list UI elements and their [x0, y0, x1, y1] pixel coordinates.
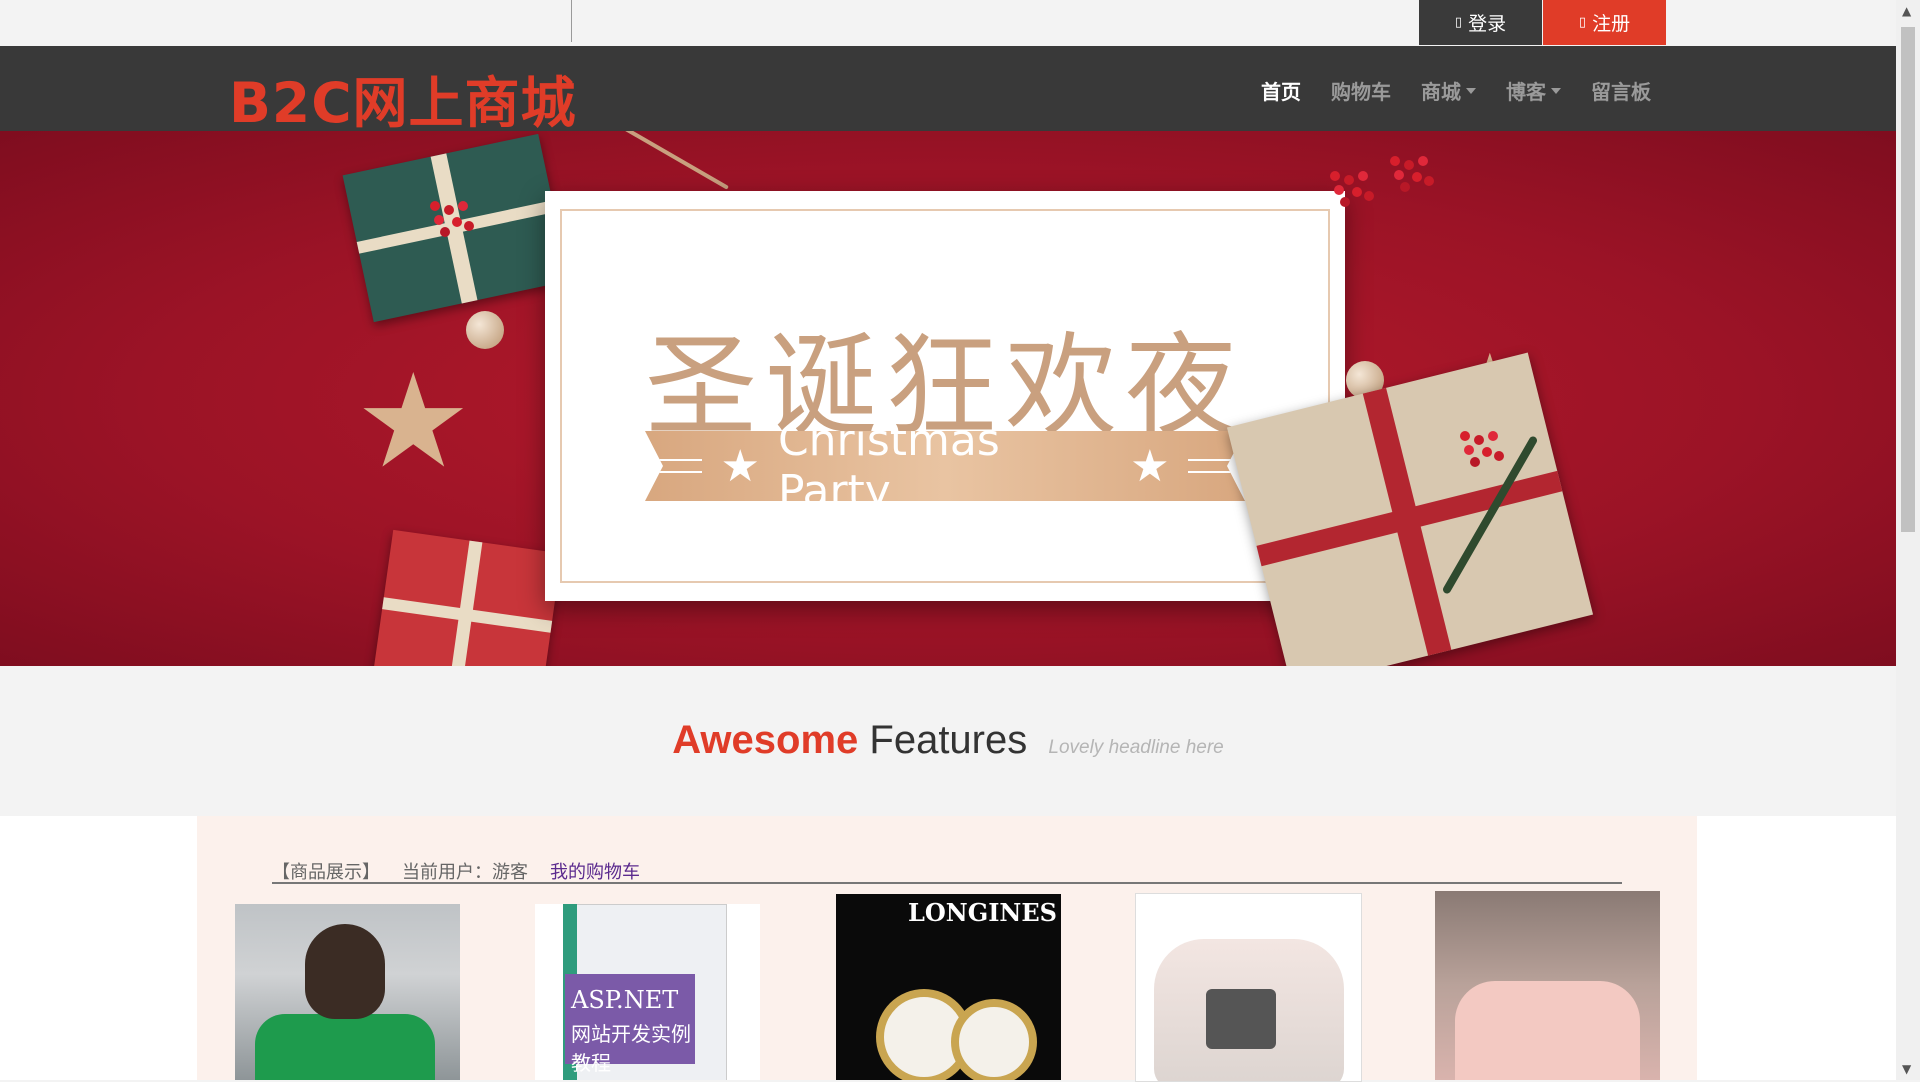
banner-card: 圣诞狂欢夜 ★ Christmas Party ★: [545, 191, 1345, 601]
nav-item-mall[interactable]: 商城: [1421, 76, 1476, 105]
banner-ribbon: ★ Christmas Party ★: [645, 431, 1245, 501]
my-cart-link[interactable]: 我的购物车: [550, 858, 640, 883]
book-product[interactable]: ASP.NET 网站开发实例教程: [535, 904, 760, 1080]
caret-down-icon: [1466, 87, 1476, 94]
scroll-thumb[interactable]: [1901, 27, 1915, 532]
ornament-ball: [466, 311, 504, 349]
register-label: 注册: [1592, 13, 1631, 35]
christmas-banner[interactable]: ★ 圣诞狂欢夜 ★ Christmas Party ★ ★: [0, 131, 1896, 666]
nav-item-blog[interactable]: 博客: [1506, 76, 1561, 105]
current-user-text: 当前用户：游客: [402, 862, 528, 883]
watch-face: [951, 999, 1037, 1080]
products-tab-label: 【商品展示】: [272, 862, 380, 883]
top-divider: [571, 0, 572, 42]
features-subtitle: Lovely headline here: [1048, 737, 1224, 758]
berries-decoration: [1390, 156, 1400, 166]
nav-menu: 首页 购物车 商城 博客 留言板: [1261, 76, 1651, 105]
login-label: 登录: [1468, 13, 1507, 35]
page-scrollbar[interactable]: ▲ ▼: [1896, 0, 1920, 1080]
nav-item-guestbook[interactable]: 留言板: [1591, 76, 1651, 105]
gift-box-green: [342, 133, 570, 323]
user-icon: ▯: [1454, 15, 1463, 30]
edit-icon: ▯: [1578, 15, 1587, 30]
scroll-up-icon[interactable]: ▲: [1902, 4, 1911, 18]
nav-item-home[interactable]: 首页: [1261, 76, 1301, 105]
berries-decoration: [430, 201, 440, 211]
nav-item-cart[interactable]: 购物车: [1331, 76, 1391, 105]
berries-decoration: [1330, 171, 1340, 181]
main-navbar: B2C网上商城 首页 购物车 商城 博客 留言板: [0, 46, 1896, 135]
top-bar: ▯ 登录 ▯ 注册: [0, 0, 1896, 46]
watch-product[interactable]: LONGINES: [836, 894, 1061, 1080]
features-heading: Awesome Features Lovely headline here: [672, 718, 1224, 762]
berries-decoration: [1460, 431, 1470, 441]
site-logo[interactable]: B2C网上商城: [229, 58, 577, 138]
star-icon: ★: [720, 440, 760, 492]
scroll-down-icon[interactable]: ▼: [1902, 1062, 1911, 1076]
star-icon: ★: [1130, 440, 1170, 492]
register-button[interactable]: ▯ 注册: [1543, 0, 1666, 45]
products-tab-bar: 【商品展示】 当前用户：游客 我的购物车: [272, 858, 1622, 884]
features-section: Awesome Features Lovely headline here: [0, 666, 1896, 816]
gift-box-red: [372, 529, 562, 666]
rice-cooker-product[interactable]: [1135, 893, 1362, 1082]
t-shirt-product[interactable]: [235, 904, 460, 1080]
ribbon-decoration: [571, 131, 729, 190]
caret-down-icon: [1551, 87, 1561, 94]
star-decoration: ★: [355, 345, 472, 497]
login-button[interactable]: ▯ 登录: [1419, 0, 1542, 45]
bedding-product[interactable]: [1435, 891, 1660, 1080]
